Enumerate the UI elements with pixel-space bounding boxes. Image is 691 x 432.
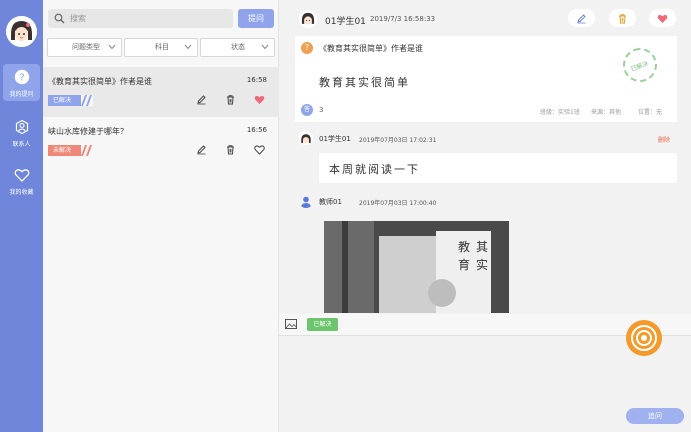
solved-stamp: 已解决 xyxy=(618,43,662,87)
filter-subject[interactable]: 科目 xyxy=(124,38,198,57)
delete-button[interactable] xyxy=(609,9,636,27)
reply-date: 2019年07月03日 17:02:31 xyxy=(359,137,437,144)
image-icon[interactable] xyxy=(285,319,297,329)
rail-item-my-questions[interactable]: ? 我的提问 xyxy=(3,64,40,101)
svg-text:育: 育 xyxy=(458,257,470,272)
heart-icon xyxy=(14,169,30,182)
avatar-girl-icon xyxy=(6,16,37,47)
stripes-decoration xyxy=(81,145,93,156)
filter-status[interactable]: 状态 xyxy=(200,38,275,57)
solved-status-tag[interactable]: 已解决 xyxy=(307,318,338,331)
rail-item-contacts[interactable]: 联系人 xyxy=(3,114,40,151)
reply-text: 本周就阅读一下 xyxy=(329,163,420,176)
rail-item-favorites[interactable]: 我的收藏 xyxy=(3,162,40,199)
reply-bubble: 本周就阅读一下 xyxy=(319,153,677,183)
question-date: 2019/7/3 16:58:33 xyxy=(370,15,436,23)
edit-icon xyxy=(577,14,586,24)
heart-outline-icon[interactable] xyxy=(254,144,265,155)
reply-date: 2019年07月03日 17:00:40 xyxy=(359,200,437,207)
trash-icon[interactable] xyxy=(225,144,236,155)
floating-action-button[interactable] xyxy=(626,320,662,356)
heart-filled-icon xyxy=(657,14,668,23)
svg-text:?: ? xyxy=(19,73,24,84)
reply-avatar xyxy=(299,131,313,145)
question-time: 16:56 xyxy=(246,126,267,134)
avatar-girl-icon xyxy=(299,10,317,28)
rail-item-label: 联系人 xyxy=(12,141,31,148)
trash-icon[interactable] xyxy=(225,94,236,105)
meta-position: 位置：无 xyxy=(638,109,663,116)
edit-icon[interactable] xyxy=(196,144,207,155)
question-detail-panel: 01学生01 2019/7/3 16:58:33 ? 《教育其实很简单》作者是谁… xyxy=(279,0,691,432)
stripes-decoration xyxy=(81,95,93,106)
question-title: 《教育其实很简单》作者是谁 xyxy=(48,77,152,86)
reply-avatar xyxy=(299,194,313,208)
heart-filled-icon[interactable] xyxy=(254,94,265,105)
reply-user: 教师01 xyxy=(319,198,342,206)
search-input[interactable]: 搜索 xyxy=(48,9,233,28)
edit-icon[interactable] xyxy=(196,94,207,105)
book-photo-image: 教 育 其 实 xyxy=(324,221,509,313)
teacher-avatar-icon xyxy=(301,196,311,208)
reply-image[interactable]: 教 育 其 实 xyxy=(324,221,509,313)
author-name: 01学生01 xyxy=(325,17,366,27)
answer-count-icon: 答 xyxy=(301,104,313,116)
reply-delete-link[interactable]: 删除 xyxy=(658,135,670,144)
answer-count: 3 xyxy=(319,106,324,114)
filter-question-type[interactable]: 问题类型 xyxy=(47,38,122,57)
question-circle-icon: ? xyxy=(14,69,30,85)
rail-item-label: 我的收藏 xyxy=(9,189,34,196)
author-avatar xyxy=(299,10,317,28)
question-body: 教育其实很简单 xyxy=(319,76,410,89)
rail-item-label: 我的提问 xyxy=(9,91,34,98)
question-title: 《教育其实很简单》作者是谁 xyxy=(319,44,423,53)
meta-source: 来源：其他 xyxy=(591,109,622,116)
meta-class: 班级：实验1班 xyxy=(540,109,580,116)
chevron-down-icon xyxy=(261,44,269,50)
chevron-down-icon xyxy=(184,44,192,50)
svg-text:教: 教 xyxy=(458,239,470,254)
user-avatar[interactable] xyxy=(6,16,37,47)
list-item[interactable]: 峡山水库修建于哪年？ 16:56 未解决 xyxy=(43,117,279,167)
follow-up-button[interactable]: 追问 xyxy=(626,408,684,424)
trash-icon xyxy=(619,14,626,24)
target-icon xyxy=(631,325,657,351)
question-title: 峡山水库修建于哪年？ xyxy=(48,127,128,136)
search-placeholder: 搜索 xyxy=(70,14,86,23)
svg-text:其: 其 xyxy=(476,240,488,254)
reply-user: 01学生01 xyxy=(319,135,351,143)
status-badge: 未解决 xyxy=(48,145,93,156)
status-badge: 已解决 xyxy=(48,95,93,106)
chevron-down-icon xyxy=(108,44,116,50)
svg-text:实: 实 xyxy=(476,257,488,272)
edit-button[interactable] xyxy=(568,9,595,27)
question-list-panel: 搜索 提问 问题类型 科目 状态 《教育其实很简单》作者是谁 16:58 已解决 xyxy=(43,0,279,432)
search-icon xyxy=(54,13,65,24)
contacts-icon xyxy=(15,119,29,135)
list-item[interactable]: 《教育其实很简单》作者是谁 16:58 已解决 xyxy=(43,67,279,117)
question-mark-icon: ? xyxy=(301,42,313,54)
ask-question-button[interactable]: 提问 xyxy=(238,9,274,28)
nav-rail: ? 我的提问 联系人 我的收藏 xyxy=(0,0,43,432)
question-card: ? 《教育其实很简单》作者是谁 教育其实很简单 已解决 答 3 班级：实验1班 … xyxy=(295,36,677,122)
favorite-button[interactable] xyxy=(649,9,676,27)
question-time: 16:58 xyxy=(246,76,267,84)
avatar-girl-icon xyxy=(299,132,313,145)
